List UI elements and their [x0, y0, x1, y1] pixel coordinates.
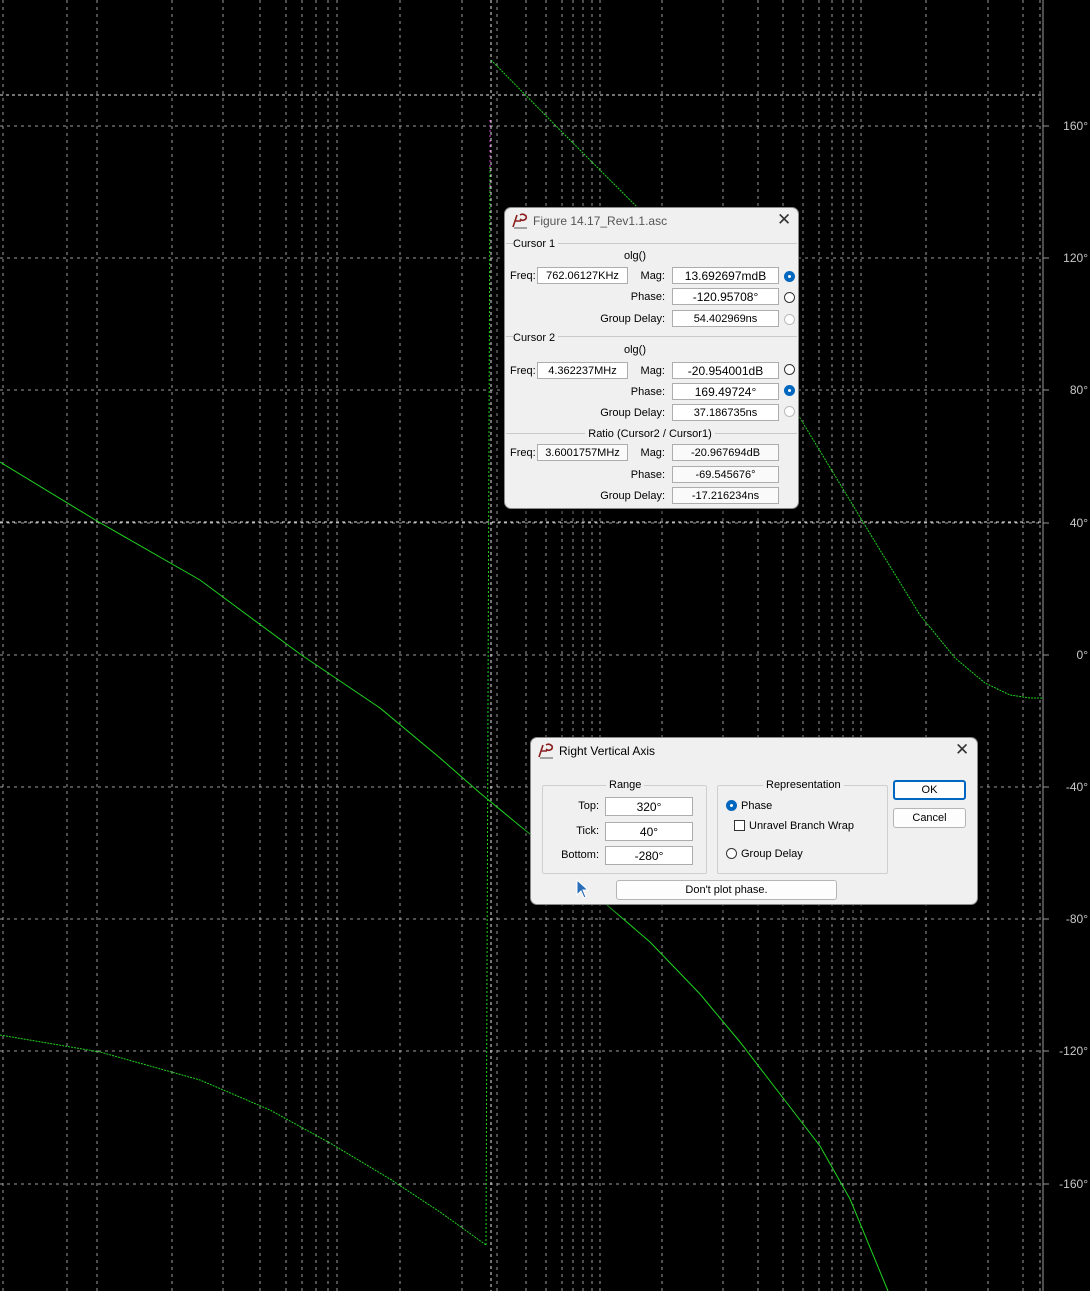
phase-radio[interactable] [726, 800, 737, 811]
mouse-pointer-icon [576, 879, 590, 899]
bottom-label: Bottom: [561, 849, 599, 861]
cursor1-gd-label: Group Delay: [600, 313, 665, 325]
group-delay-radio-label[interactable]: Group Delay [741, 848, 803, 861]
right-vertical-axis-dialog: Right Vertical Axis ✕ Range Top: 320° Ti… [530, 737, 978, 905]
axis-tick-label: 80° [1069, 383, 1088, 397]
ratio-label: Ratio (Cursor2 / Cursor1) [585, 428, 715, 441]
cursor2-mag-field[interactable]: -20.954001dB [672, 362, 779, 379]
cursor1-phase-radio[interactable] [784, 292, 795, 303]
ratio-mag-field: -20.967694dB [672, 444, 779, 461]
range-group-label: Range [606, 779, 645, 792]
ltspice-app-icon [512, 213, 528, 229]
cursor1-expression: olg() [623, 250, 646, 262]
cursor-readout-window: Figure 14.17_Rev1.1.asc ✕ Cursor 1 olg()… [504, 207, 799, 509]
representation-group-label: Representation [763, 779, 844, 792]
axis-tick-label: 160° [1063, 119, 1088, 133]
cursor2-mag-radio[interactable] [784, 364, 795, 375]
axis-tick-label: 0° [1076, 648, 1088, 662]
axis-tick-label: -40° [1065, 780, 1088, 794]
cursor1-phase-field[interactable]: -120.95708° [672, 288, 779, 305]
ratio-freq-label: Freq: [510, 447, 536, 459]
ratio-phase-label: Phase: [630, 469, 665, 481]
cursor2-freq-field[interactable]: 4.362237MHz [537, 362, 628, 379]
ltspice-app-icon [538, 743, 554, 759]
ratio-freq-field: 3.6001757MHz [537, 444, 628, 461]
cursor2-mag-label: Mag: [640, 365, 665, 377]
axis-tick-label: -120° [1059, 1044, 1088, 1058]
axis-dialog-titlebar[interactable]: Right Vertical Axis ✕ [531, 738, 977, 764]
cursor1-label: Cursor 1 [513, 238, 559, 251]
top-label: Top: [578, 800, 599, 812]
cursor2-freq-label: Freq: [510, 365, 536, 377]
cursor1-gd-field[interactable]: 54.402969ns [672, 310, 779, 327]
cursor2-phase-field[interactable]: 169.49724° [672, 383, 779, 400]
tick-label: Tick: [576, 825, 599, 837]
cursor2-phase-radio[interactable] [784, 385, 795, 396]
cursor2-phase-label: Phase: [630, 386, 665, 398]
cursor1-freq-field[interactable]: 762.06127KHz [537, 267, 628, 284]
cursor1-mag-radio[interactable] [784, 271, 795, 282]
unravel-checkbox-label[interactable]: Unravel Branch Wrap [749, 820, 854, 833]
cursor-window-titlebar[interactable]: Figure 14.17_Rev1.1.asc ✕ [505, 208, 798, 234]
ratio-gd-label: Group Delay: [600, 490, 665, 502]
axis-tick-label: -80° [1065, 912, 1088, 926]
cancel-button[interactable]: Cancel [893, 808, 966, 828]
close-icon[interactable]: ✕ [777, 211, 791, 229]
bottom-input[interactable]: -280° [605, 846, 693, 865]
ratio-mag-label: Mag: [640, 447, 665, 459]
axis-tick-label: 120° [1063, 251, 1088, 265]
cursor2-expression: olg() [623, 344, 646, 356]
dont-plot-phase-button[interactable]: Don't plot phase. [616, 880, 837, 900]
cursor1-gd-radio[interactable] [784, 314, 795, 325]
ok-button[interactable]: OK [893, 780, 966, 800]
axis-tick-label: -160° [1059, 1177, 1088, 1191]
tick-input[interactable]: 40° [605, 822, 693, 841]
cursor1-freq-label: Freq: [510, 270, 536, 282]
cursor1-mag-label: Mag: [640, 270, 665, 282]
cursor2-label: Cursor 2 [513, 332, 559, 345]
window-title: Figure 14.17_Rev1.1.asc [533, 214, 668, 228]
phase-wrap-jump [485, 164, 491, 1246]
ratio-phase-field: -69.545676° [672, 466, 779, 483]
cursor2-gd-field[interactable]: 37.186735ns [672, 404, 779, 421]
cursor2-gd-label: Group Delay: [600, 407, 665, 419]
cursor1-mag-field[interactable]: 13.692697mdB [672, 267, 779, 284]
cursor1-phase-label: Phase: [630, 291, 665, 303]
top-input[interactable]: 320° [605, 797, 693, 816]
dialog-title: Right Vertical Axis [559, 744, 656, 758]
cursor2-gd-radio[interactable] [784, 406, 795, 417]
ratio-gd-field: -17.216234ns [672, 487, 779, 504]
unravel-checkbox[interactable] [734, 820, 745, 831]
close-icon[interactable]: ✕ [955, 741, 969, 759]
phase-trace-lower [0, 1034, 487, 1246]
waveform-plot[interactable] [0, 0, 1090, 1291]
group-delay-radio[interactable] [726, 848, 737, 859]
axis-tick-label: 40° [1069, 516, 1088, 530]
phase-radio-label[interactable]: Phase [741, 800, 772, 813]
vertical-grid [2, 0, 1041, 1291]
